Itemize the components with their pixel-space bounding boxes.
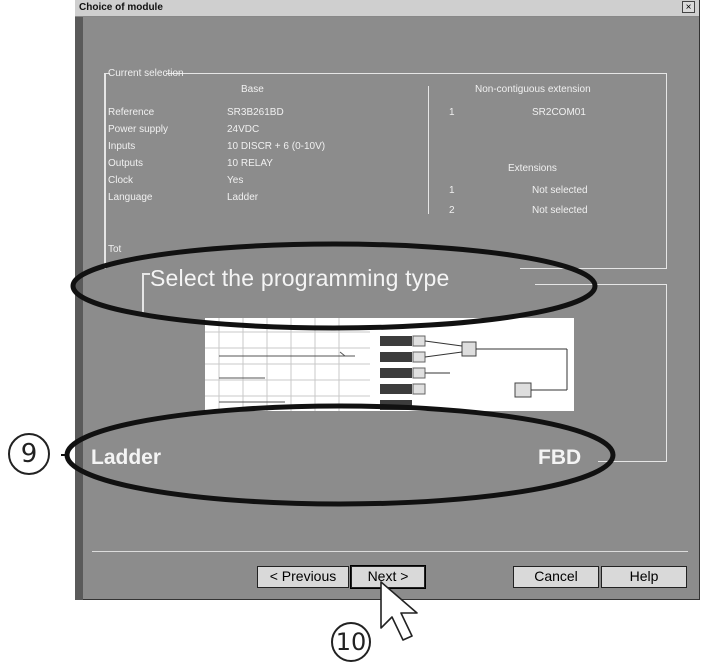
- options-highlight-ellipse: [64, 403, 616, 507]
- programming-title-highlight-ellipse: [70, 241, 598, 331]
- callout-10: 10: [331, 622, 371, 662]
- callout-9: 9: [8, 433, 50, 475]
- mouse-pointer-icon: [380, 581, 418, 641]
- annotation-overlay: [61, 241, 616, 641]
